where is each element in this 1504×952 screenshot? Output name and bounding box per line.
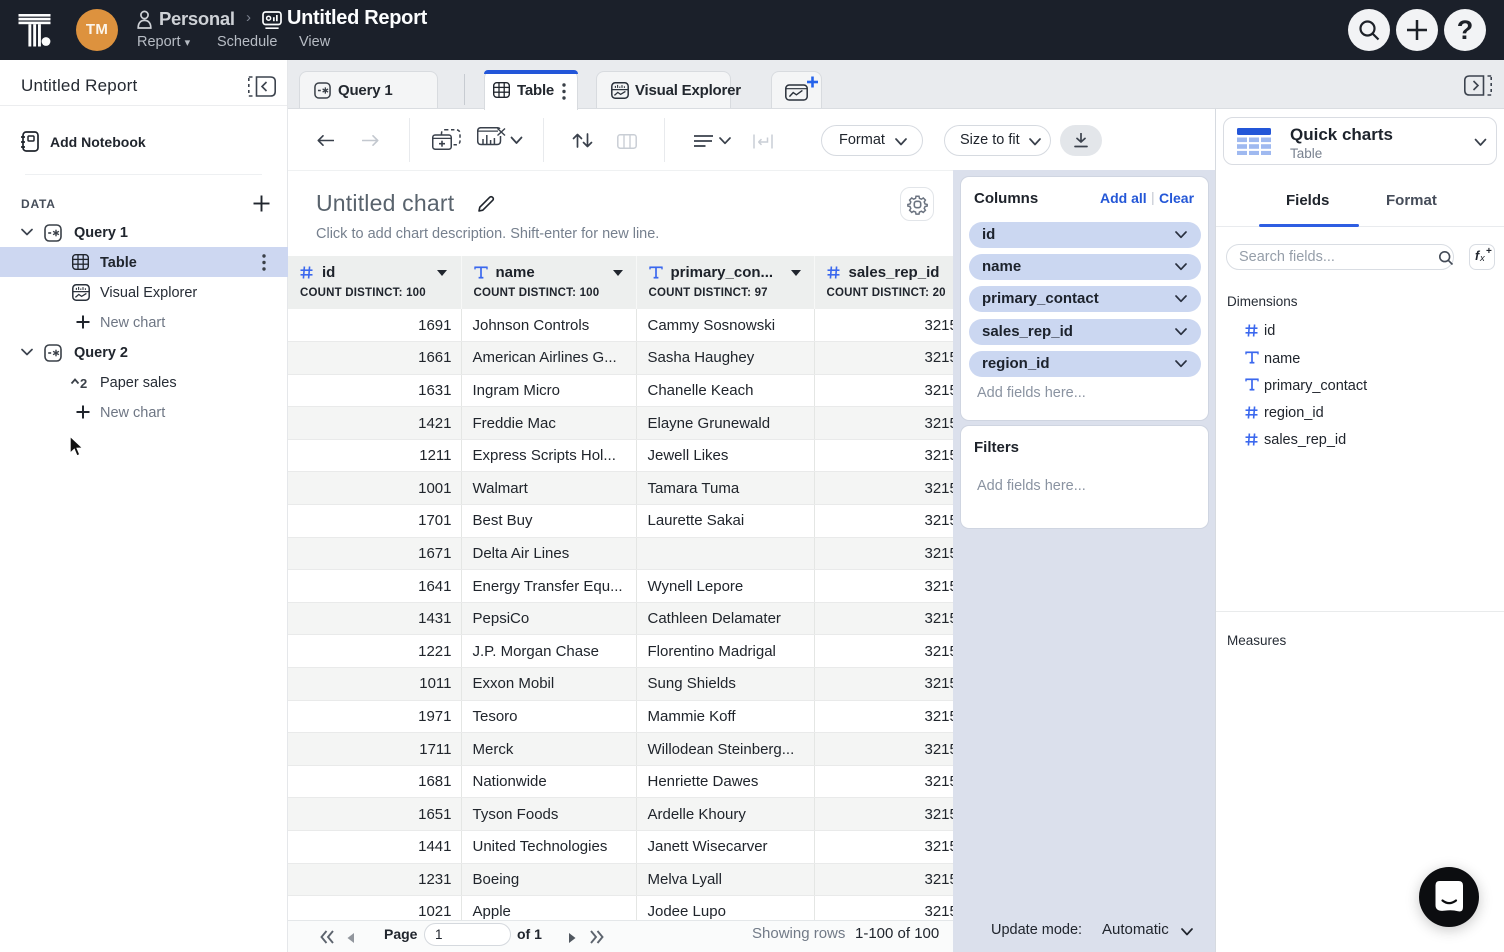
svg-text:2: 2	[80, 376, 87, 389]
